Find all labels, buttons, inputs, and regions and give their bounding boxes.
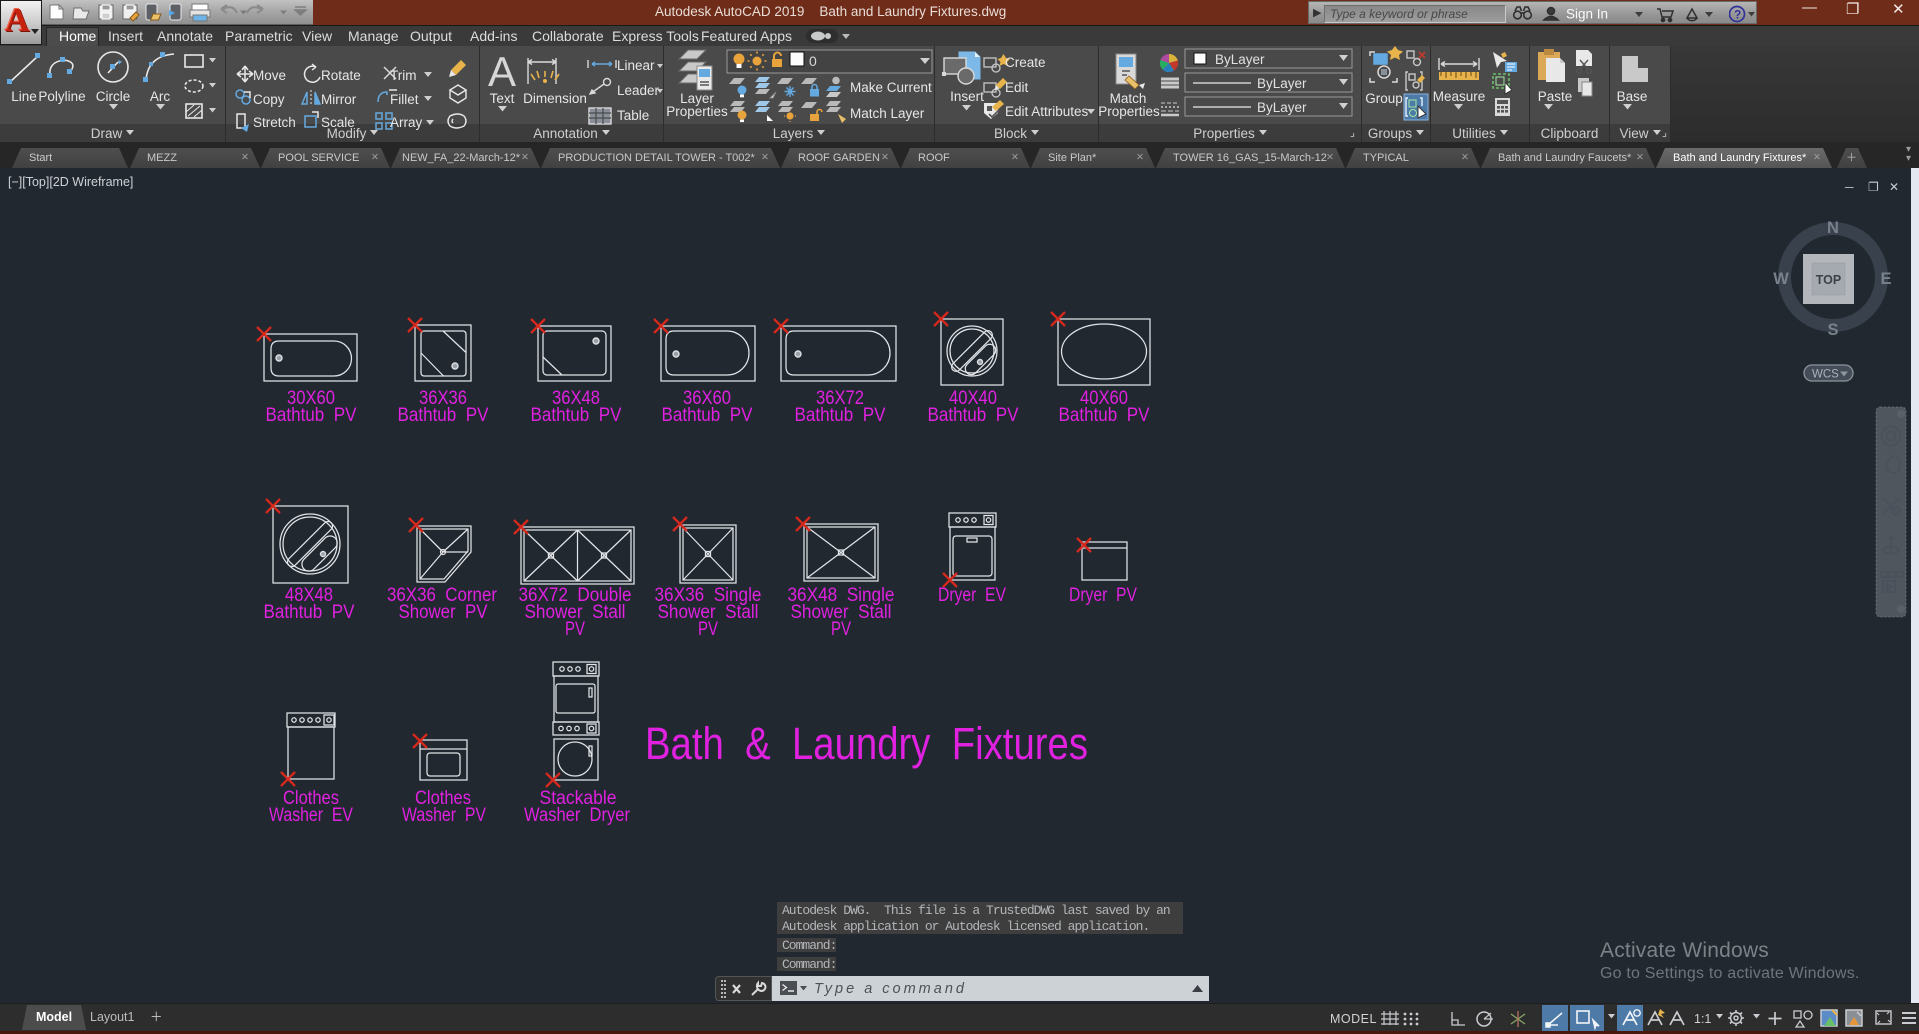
svg-text:Bathtub PV: Bathtub PV [928,405,1019,426]
svg-text:Dryer EV: Dryer EV [938,585,1006,606]
svg-text:Dryer PV: Dryer PV [1069,585,1137,606]
svg-text:Shower PV: Shower PV [399,602,488,623]
svg-text:Bathtub PV: Bathtub PV [795,405,886,426]
svg-text:Bath & Laundry Fixtures: Bath & Laundry Fixtures [645,718,1088,769]
svg-text:Bathtub PV: Bathtub PV [531,405,622,426]
svg-text:PV: PV [565,619,585,640]
svg-text:0: 0 [809,53,817,69]
svg-text:Bathtub PV: Bathtub PV [662,405,753,426]
svg-text:Bathtub PV: Bathtub PV [398,405,489,426]
svg-text:ByLayer: ByLayer [1257,100,1307,115]
svg-text:Washer PV: Washer PV [402,805,486,826]
svg-text:1:1: 1:1 [1694,1012,1711,1026]
svg-text:PV: PV [831,619,851,640]
svg-text:MODEL: MODEL [1330,1012,1377,1026]
svg-text:Washer EV: Washer EV [269,805,353,826]
svg-text:ByLayer: ByLayer [1257,76,1307,91]
svg-text:A: A [488,48,516,95]
svg-text:Bathtub PV: Bathtub PV [264,602,355,623]
svg-text:Washer Dryer: Washer Dryer [524,805,631,826]
svg-text:Bathtub PV: Bathtub PV [266,405,357,426]
svg-text:PV: PV [698,619,718,640]
svg-text:ByLayer: ByLayer [1215,52,1265,67]
svg-text:Bathtub PV: Bathtub PV [1059,405,1150,426]
svg-text:?: ? [1734,8,1741,22]
svg-text:Sign In: Sign In [1566,7,1608,22]
